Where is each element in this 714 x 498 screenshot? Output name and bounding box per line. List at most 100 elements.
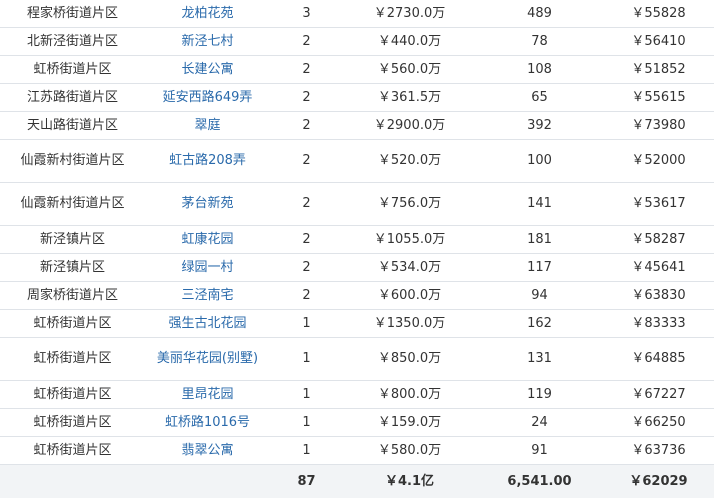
table-row: 虹桥街道片区长建公寓2￥560.0万108￥51852 — [0, 56, 714, 84]
table-row: 天山路街道片区翠庭2￥2900.0万392￥73980 — [0, 112, 714, 140]
community-link[interactable]: 虹桥路1016号 — [145, 409, 270, 437]
avg-price-cell: ￥63736 — [603, 437, 714, 465]
community-link[interactable]: 长建公寓 — [145, 56, 270, 84]
community-link[interactable]: 新泾七村 — [145, 28, 270, 56]
totals-units-cell: 6,541.00 — [476, 465, 603, 498]
district-cell: 天山路街道片区 — [0, 112, 145, 140]
units-cell: 119 — [476, 381, 603, 409]
community-link[interactable]: 翠庭 — [145, 112, 270, 140]
units-cell: 181 — [476, 226, 603, 254]
table-row: 虹桥街道片区虹桥路1016号1￥159.0万24￥66250 — [0, 409, 714, 437]
community-link[interactable]: 虹康花园 — [145, 226, 270, 254]
count-cell: 1 — [270, 338, 343, 381]
avg-price-cell: ￥83333 — [603, 310, 714, 338]
table-row: 仙霞新村街道片区虹古路208弄2￥520.0万100￥52000 — [0, 140, 714, 183]
community-link[interactable]: 延安西路649弄 — [145, 84, 270, 112]
units-cell: 131 — [476, 338, 603, 381]
units-cell: 489 — [476, 0, 603, 28]
totals-avg-price-cell: ￥62029 — [603, 465, 714, 498]
table-row: 虹桥街道片区里昂花园1￥800.0万119￥67227 — [0, 381, 714, 409]
avg-price-cell: ￥52000 — [603, 140, 714, 183]
table-row: 新泾镇片区绿园一村2￥534.0万117￥45641 — [0, 254, 714, 282]
units-cell: 100 — [476, 140, 603, 183]
avg-price-cell: ￥73980 — [603, 112, 714, 140]
table-row: 程家桥街道片区龙柏花苑3￥2730.0万489￥55828 — [0, 0, 714, 28]
units-cell: 24 — [476, 409, 603, 437]
count-cell: 3 — [270, 0, 343, 28]
district-cell: 新泾镇片区 — [0, 254, 145, 282]
units-cell: 91 — [476, 437, 603, 465]
community-link[interactable]: 虹古路208弄 — [145, 140, 270, 183]
total-price-cell: ￥800.0万 — [343, 381, 476, 409]
district-cell: 江苏路街道片区 — [0, 84, 145, 112]
community-link[interactable]: 三泾南宅 — [145, 282, 270, 310]
district-cell: 程家桥街道片区 — [0, 0, 145, 28]
units-cell: 65 — [476, 84, 603, 112]
table-row: 虹桥街道片区美丽华花园(别墅)1￥850.0万131￥64885 — [0, 338, 714, 381]
totals-price-cell: ￥4.1亿 — [343, 465, 476, 498]
units-cell: 117 — [476, 254, 603, 282]
totals-row: 87￥4.1亿6,541.00￥62029 — [0, 465, 714, 498]
count-cell: 2 — [270, 254, 343, 282]
district-cell: 虹桥街道片区 — [0, 310, 145, 338]
units-cell: 392 — [476, 112, 603, 140]
district-cell: 虹桥街道片区 — [0, 381, 145, 409]
count-cell: 1 — [270, 310, 343, 338]
units-cell: 78 — [476, 28, 603, 56]
total-price-cell: ￥756.0万 — [343, 183, 476, 226]
district-cell: 仙霞新村街道片区 — [0, 183, 145, 226]
district-cell: 北新泾街道片区 — [0, 28, 145, 56]
total-price-cell: ￥440.0万 — [343, 28, 476, 56]
total-price-cell: ￥1055.0万 — [343, 226, 476, 254]
count-cell: 2 — [270, 183, 343, 226]
district-cell: 仙霞新村街道片区 — [0, 140, 145, 183]
community-link[interactable]: 美丽华花园(别墅) — [145, 338, 270, 381]
table-row: 周家桥街道片区三泾南宅2￥600.0万94￥63830 — [0, 282, 714, 310]
total-price-cell: ￥361.5万 — [343, 84, 476, 112]
totals-community-cell — [145, 465, 270, 498]
community-link[interactable]: 里昂花园 — [145, 381, 270, 409]
table-row: 江苏路街道片区延安西路649弄2￥361.5万65￥55615 — [0, 84, 714, 112]
avg-price-cell: ￥51852 — [603, 56, 714, 84]
avg-price-cell: ￥58287 — [603, 226, 714, 254]
totals-district-cell — [0, 465, 145, 498]
district-cell: 周家桥街道片区 — [0, 282, 145, 310]
count-cell: 2 — [270, 140, 343, 183]
total-price-cell: ￥2900.0万 — [343, 112, 476, 140]
avg-price-cell: ￥64885 — [603, 338, 714, 381]
district-cell: 虹桥街道片区 — [0, 409, 145, 437]
total-price-cell: ￥560.0万 — [343, 56, 476, 84]
community-link[interactable]: 强生古北花园 — [145, 310, 270, 338]
units-cell: 162 — [476, 310, 603, 338]
table-row: 北新泾街道片区新泾七村2￥440.0万78￥56410 — [0, 28, 714, 56]
avg-price-cell: ￥67227 — [603, 381, 714, 409]
table-row: 新泾镇片区虹康花园2￥1055.0万181￥58287 — [0, 226, 714, 254]
table-row: 仙霞新村街道片区茅台新苑2￥756.0万141￥53617 — [0, 183, 714, 226]
count-cell: 2 — [270, 28, 343, 56]
avg-price-cell: ￥55615 — [603, 84, 714, 112]
avg-price-cell: ￥45641 — [603, 254, 714, 282]
community-link[interactable]: 龙柏花苑 — [145, 0, 270, 28]
avg-price-cell: ￥53617 — [603, 183, 714, 226]
district-cell: 新泾镇片区 — [0, 226, 145, 254]
units-cell: 108 — [476, 56, 603, 84]
community-link[interactable]: 翡翠公寓 — [145, 437, 270, 465]
table-row: 虹桥街道片区翡翠公寓1￥580.0万91￥63736 — [0, 437, 714, 465]
count-cell: 1 — [270, 437, 343, 465]
table-row: 虹桥街道片区强生古北花园1￥1350.0万162￥83333 — [0, 310, 714, 338]
community-link[interactable]: 茅台新苑 — [145, 183, 270, 226]
count-cell: 2 — [270, 112, 343, 140]
total-price-cell: ￥2730.0万 — [343, 0, 476, 28]
community-link[interactable]: 绿园一村 — [145, 254, 270, 282]
count-cell: 2 — [270, 282, 343, 310]
avg-price-cell: ￥56410 — [603, 28, 714, 56]
district-cell: 虹桥街道片区 — [0, 56, 145, 84]
count-cell: 1 — [270, 409, 343, 437]
total-price-cell: ￥600.0万 — [343, 282, 476, 310]
total-price-cell: ￥159.0万 — [343, 409, 476, 437]
count-cell: 2 — [270, 56, 343, 84]
avg-price-cell: ￥55828 — [603, 0, 714, 28]
total-price-cell: ￥534.0万 — [343, 254, 476, 282]
count-cell: 2 — [270, 226, 343, 254]
district-cell: 虹桥街道片区 — [0, 437, 145, 465]
